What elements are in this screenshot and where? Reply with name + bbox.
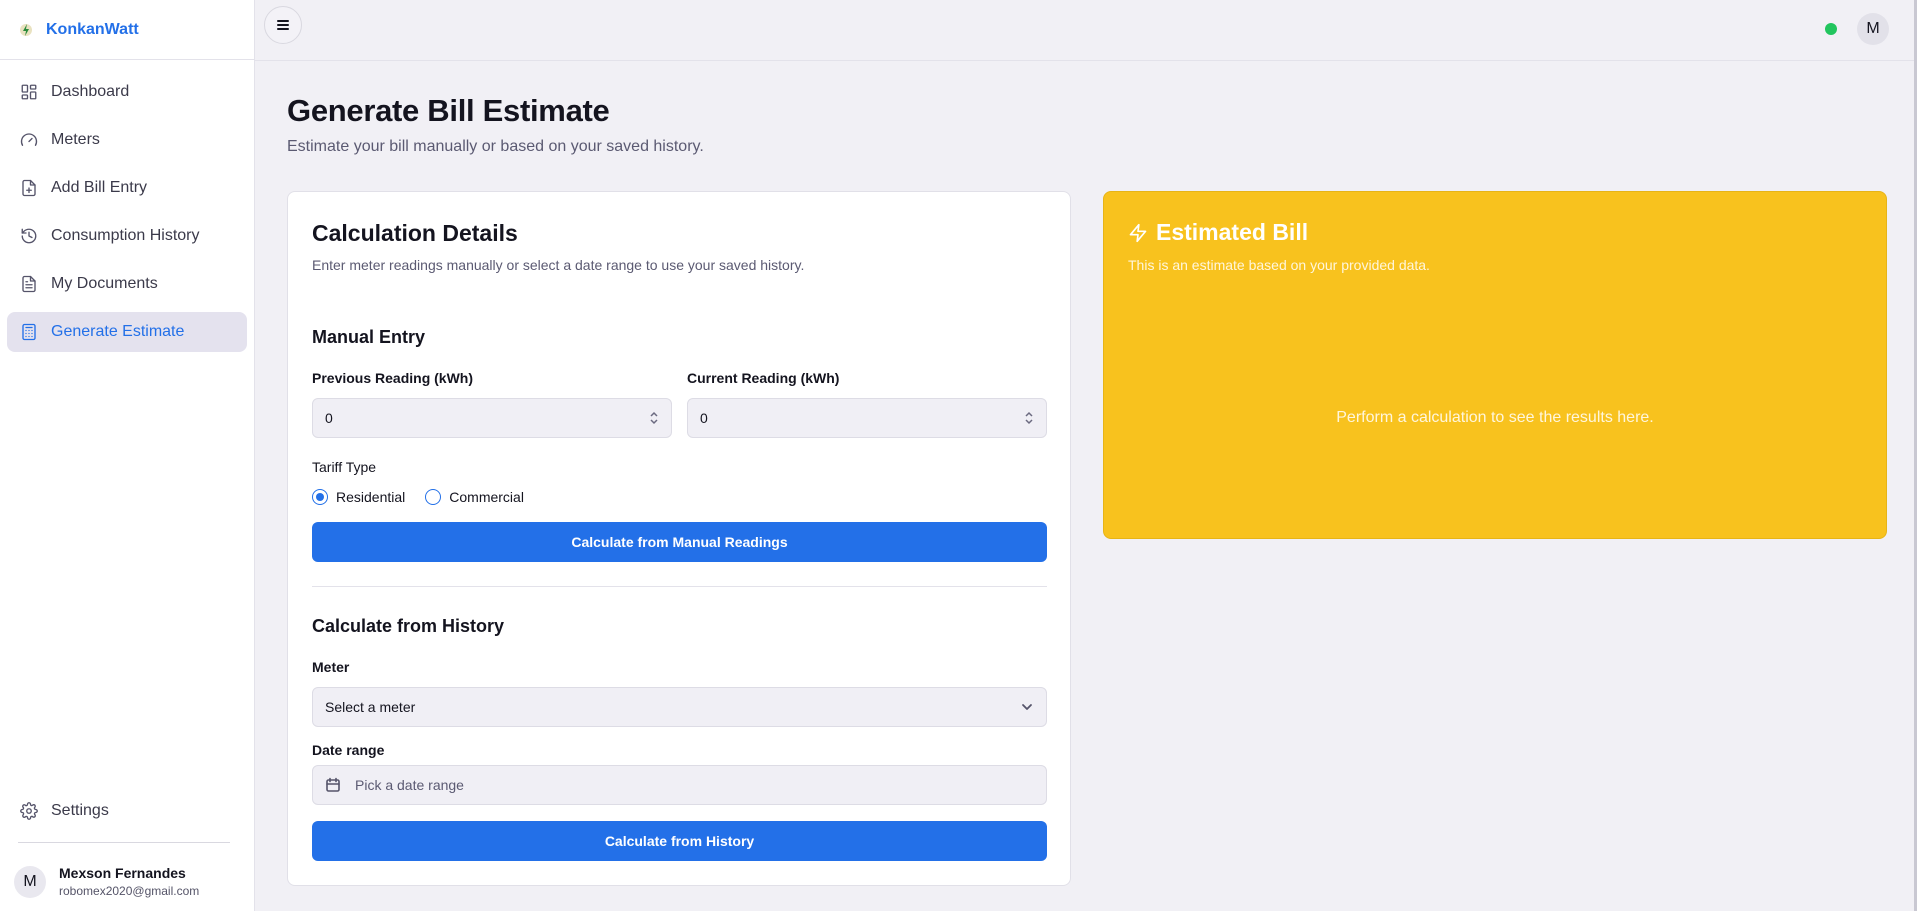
gear-icon xyxy=(19,801,39,821)
sidebar-item-my-documents[interactable]: My Documents xyxy=(7,264,247,304)
sidebar-item-label: Generate Estimate xyxy=(51,323,185,340)
menu-toggle-button[interactable] xyxy=(264,6,302,44)
meter-select-placeholder: Select a meter xyxy=(325,699,416,715)
sidebar-item-generate-estimate[interactable]: Generate Estimate xyxy=(7,312,247,352)
estimated-bill-subtitle: This is an estimate based on your provid… xyxy=(1128,257,1430,273)
estimated-bill-title: Estimated Bill xyxy=(1156,219,1309,245)
date-range-placeholder: Pick a date range xyxy=(355,777,464,793)
sidebar-item-consumption-history[interactable]: Consumption History xyxy=(7,216,247,256)
sidebar-item-label: My Documents xyxy=(51,275,158,292)
empty-state-message: Perform a calculation to see the results… xyxy=(1336,409,1654,426)
sidebar-item-add-bill-entry[interactable]: Add Bill Entry xyxy=(7,168,247,208)
current-reading-label: Current Reading (kWh) xyxy=(687,370,840,386)
tariff-commercial-label[interactable]: Commercial xyxy=(449,489,524,505)
menu-icon xyxy=(277,20,289,30)
calculator-icon xyxy=(19,322,39,342)
settings-section: Settings xyxy=(7,791,247,839)
sidebar-item-label: Meters xyxy=(51,131,100,148)
sidebar-item-meters[interactable]: Meters xyxy=(7,120,247,160)
calendar-icon xyxy=(325,777,341,793)
previous-reading-label: Previous Reading (kWh) xyxy=(312,370,474,386)
meter-label: Meter xyxy=(312,659,350,675)
app-name: KonkanWatt xyxy=(46,20,139,38)
current-reading-input[interactable]: 0 xyxy=(687,398,1047,438)
user-profile[interactable]: M Mexson Fernandes robomex2020@gmail.com xyxy=(14,865,199,898)
sidebar-item-label: Consumption History xyxy=(51,227,200,244)
chevron-down-icon xyxy=(1020,700,1034,714)
sidebar-item-dashboard[interactable]: Dashboard xyxy=(7,72,247,112)
dashboard-icon xyxy=(19,82,39,102)
tariff-residential-label[interactable]: Residential xyxy=(336,489,405,505)
date-range-picker[interactable]: Pick a date range xyxy=(312,765,1047,805)
sidebar-item-label: Settings xyxy=(51,802,109,819)
status-indicator xyxy=(1825,23,1837,35)
card-title: Calculation Details xyxy=(312,220,518,246)
meter-select[interactable]: Select a meter xyxy=(312,687,1047,727)
user-email: robomex2020@gmail.com xyxy=(59,884,200,898)
sidebar-item-settings[interactable]: Settings xyxy=(7,791,247,831)
brand[interactable]: KonkanWatt xyxy=(0,0,254,60)
calculate-history-button[interactable]: Calculate from History xyxy=(312,821,1047,861)
calculate-manual-button[interactable]: Calculate from Manual Readings xyxy=(312,522,1047,562)
tariff-radio-group: Residential Commercial xyxy=(312,489,544,505)
user-info: Mexson Fernandes robomex2020@gmail.com xyxy=(59,865,199,898)
calculation-details-card: Calculation Details Enter meter readings… xyxy=(287,191,1071,886)
logo-icon xyxy=(20,23,32,36)
tariff-commercial-radio[interactable] xyxy=(425,489,442,505)
section-divider xyxy=(312,586,1047,587)
tariff-type-label: Tariff Type xyxy=(312,459,377,475)
user-name: Mexson Fernandes xyxy=(59,865,186,881)
previous-reading-value: 0 xyxy=(325,410,333,426)
header-avatar[interactable]: M xyxy=(1857,13,1889,45)
lightning-icon xyxy=(1129,223,1147,242)
sidebar-nav: Dashboard Meters Add Bill Entry Consumpt… xyxy=(0,60,254,352)
document-icon xyxy=(19,274,39,294)
sidebar-divider xyxy=(18,842,230,843)
sidebar: KonkanWatt Dashboard Meters Add Bill Ent… xyxy=(0,0,255,911)
estimated-bill-heading: Estimated Bill xyxy=(1128,219,1308,246)
page-title: Generate Bill Estimate xyxy=(287,93,610,128)
current-reading-value: 0 xyxy=(700,410,708,426)
estimated-bill-card: Estimated Bill This is an estimate based… xyxy=(1103,191,1887,539)
page-subtitle: Estimate your bill manually or based on … xyxy=(287,138,704,155)
manual-entry-title: Manual Entry xyxy=(312,327,426,347)
previous-reading-input[interactable]: 0 xyxy=(312,398,672,438)
stepper-icon[interactable] xyxy=(1024,410,1034,426)
date-range-label: Date range xyxy=(312,742,385,758)
history-icon xyxy=(19,226,39,246)
file-plus-icon xyxy=(19,178,39,198)
top-header: M xyxy=(255,0,1917,61)
stepper-icon[interactable] xyxy=(649,410,659,426)
sidebar-item-label: Add Bill Entry xyxy=(51,179,148,196)
gauge-icon xyxy=(19,130,39,150)
sidebar-item-label: Dashboard xyxy=(51,83,130,100)
history-section-title: Calculate from History xyxy=(312,616,505,636)
card-subtitle: Enter meter readings manually or select … xyxy=(312,257,805,273)
tariff-residential-radio[interactable] xyxy=(312,489,328,505)
avatar: M xyxy=(14,865,46,898)
